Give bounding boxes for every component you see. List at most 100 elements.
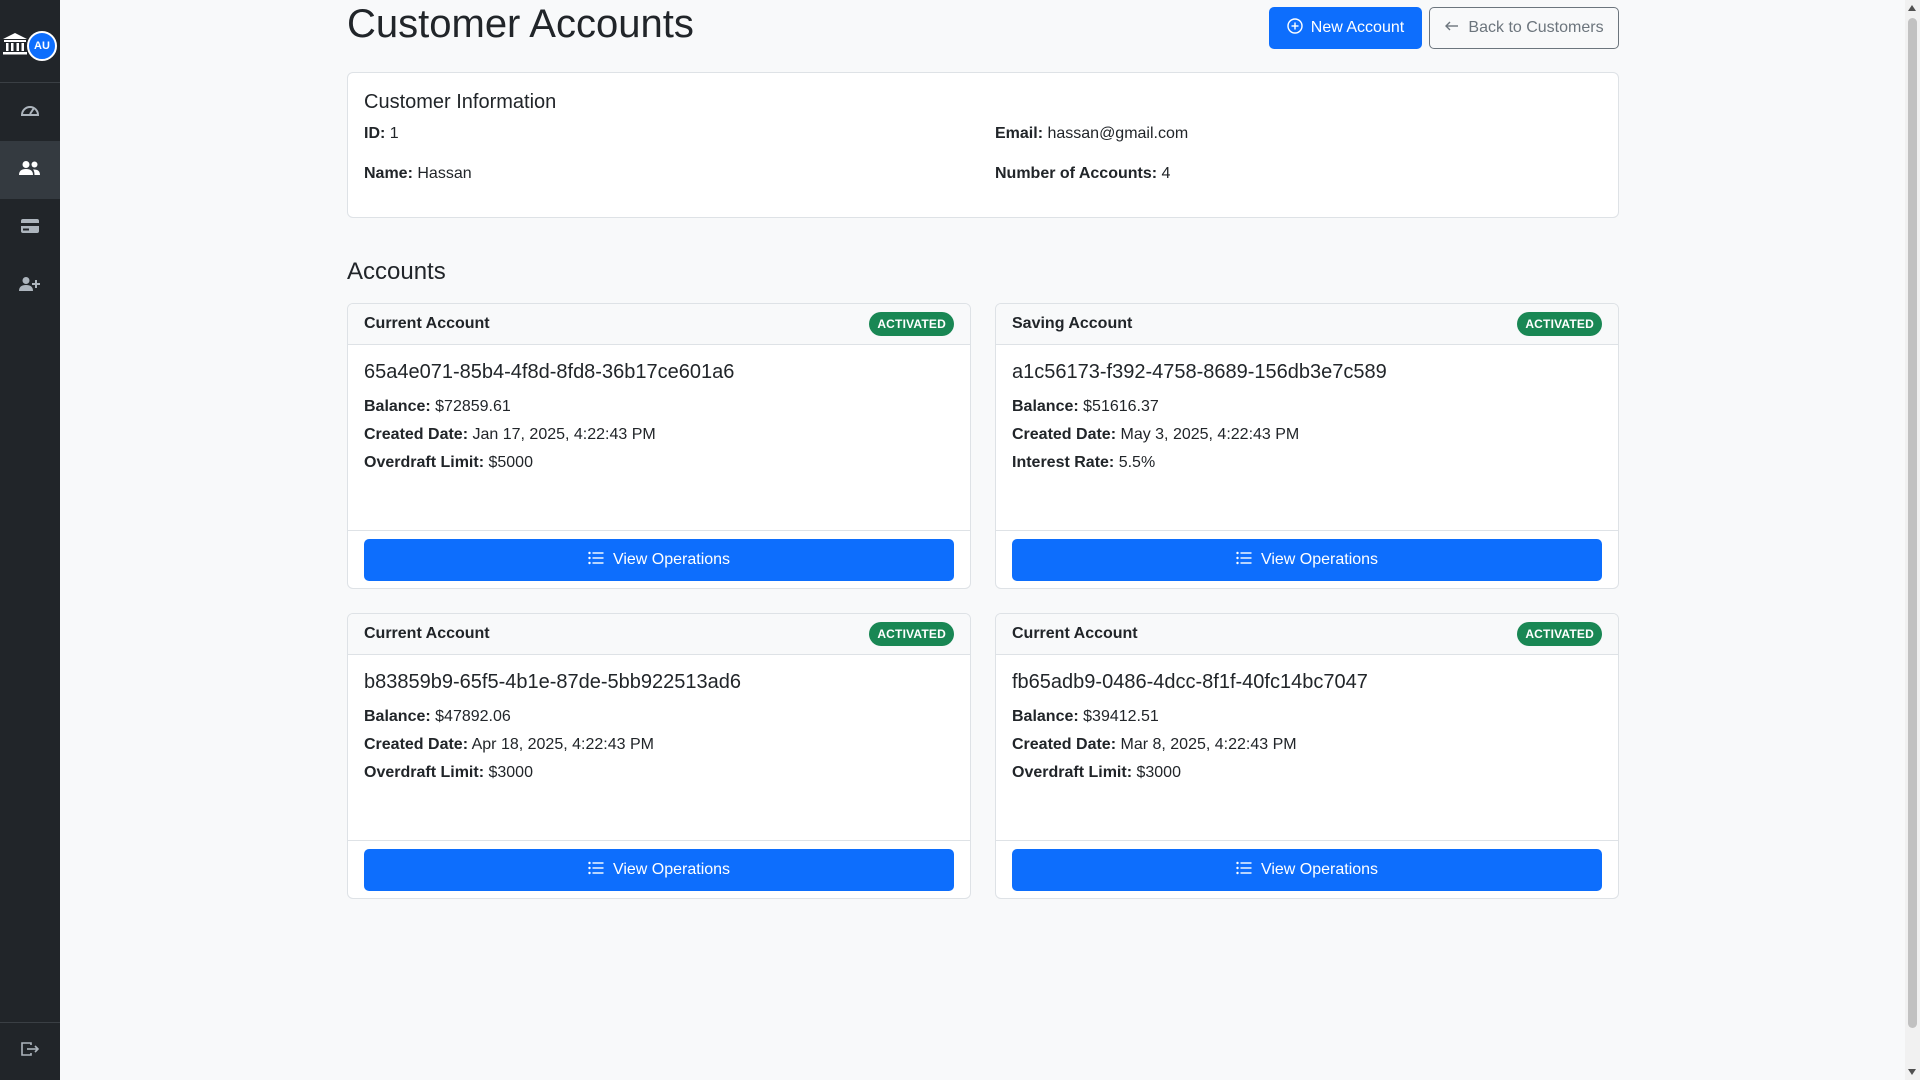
back-label: Back to Customers (1468, 19, 1604, 36)
customer-name-value: Hassan (417, 165, 472, 182)
customer-id-value: 1 (389, 125, 399, 142)
overdraft-label: Overdraft Limit: (1012, 764, 1133, 781)
account-overdraft-limit: Overdraft Limit: $3000 (1012, 759, 1602, 787)
sidebar-item-accounts[interactable] (0, 199, 60, 257)
balance-value: $39412.51 (1083, 708, 1159, 725)
account-card-footer: View Operations (996, 531, 1618, 588)
account-card: Saving Account ACTIVATED a1c56173-f392-4… (995, 303, 1619, 589)
box-arrow-right-icon (20, 1041, 40, 1062)
account-balance: Balance: $39412.51 (1012, 703, 1602, 731)
account-id: 65a4e071-85b4-4f8d-8fd8-36b17ce601a6 (364, 361, 735, 383)
avatar[interactable]: AU (27, 31, 57, 61)
customer-name: Name: Hassan (364, 165, 472, 183)
sidebar-item-customers[interactable] (0, 141, 60, 199)
sidebar-item-add-customer[interactable] (0, 257, 60, 315)
arrow-left-icon (1444, 18, 1460, 39)
view-operations-button[interactable]: View Operations (364, 539, 954, 581)
account-card-body: fb65adb9-0486-4dcc-8f1f-40fc14bc7047 Bal… (996, 655, 1618, 841)
account-id: b83859b9-65f5-4b1e-87de-5bb922513ad6 (364, 671, 742, 693)
customer-email: Email: hassan@gmail.com (995, 125, 1188, 143)
account-card-header: Current Account ACTIVATED (996, 614, 1618, 655)
view-operations-label: View Operations (612, 861, 731, 878)
list-icon (588, 861, 604, 880)
balance-label: Balance: (364, 398, 431, 415)
list-icon (588, 551, 604, 570)
account-created-date: Created Date: Jan 17, 2025, 4:22:43 PM (364, 421, 954, 449)
customer-info-card: Customer Information ID: 1 Name: Hassan … (347, 72, 1619, 218)
account-count-value: 4 (1161, 165, 1171, 182)
customer-account-count: Number of Accounts: 4 (995, 165, 1170, 183)
status-badge: ACTIVATED (869, 622, 954, 646)
overdraft-value: $3000 (1136, 764, 1181, 781)
account-type: Saving Account (1012, 315, 1133, 332)
created-label: Created Date: (1012, 736, 1117, 753)
logout-button[interactable] (0, 1022, 60, 1080)
balance-label: Balance: (1012, 708, 1079, 725)
overdraft-label: Overdraft Limit: (364, 764, 485, 781)
created-label: Created Date: (364, 426, 469, 443)
created-value: Mar 8, 2025, 4:22:43 PM (1120, 736, 1297, 753)
new-account-label: New Account (1310, 19, 1405, 36)
customer-id: ID: 1 (364, 125, 399, 143)
account-overdraft-limit: Overdraft Limit: $3000 (364, 759, 954, 787)
account-card-body: a1c56173-f392-4758-8689-156db3e7c589 Bal… (996, 345, 1618, 531)
view-operations-button[interactable]: View Operations (1012, 849, 1602, 891)
overdraft-label: Overdraft Limit: (364, 454, 485, 471)
account-type: Current Account (364, 625, 490, 642)
view-operations-button[interactable]: View Operations (1012, 539, 1602, 581)
account-interest-rate: Interest Rate: 5.5% (1012, 449, 1602, 477)
created-value: May 3, 2025, 4:22:43 PM (1120, 426, 1300, 443)
created-label: Created Date: (364, 736, 469, 753)
account-id: a1c56173-f392-4758-8689-156db3e7c589 (1012, 361, 1387, 383)
status-badge: ACTIVATED (1517, 622, 1602, 646)
list-icon (1236, 551, 1252, 570)
person-plus-icon (19, 276, 41, 297)
balance-value: $47892.06 (435, 708, 511, 725)
sidebar-item-dashboard[interactable] (0, 83, 60, 141)
overdraft-value: $5000 (488, 454, 533, 471)
account-card: Current Account ACTIVATED b83859b9-65f5-… (347, 613, 971, 899)
plus-circle-icon (1287, 17, 1303, 39)
bank-icon (2, 32, 28, 61)
back-to-customers-button[interactable]: Back to Customers (1429, 7, 1619, 49)
account-overdraft-limit: Overdraft Limit: $5000 (364, 449, 954, 477)
customer-email-label: Email: (995, 125, 1044, 142)
account-card-header: Saving Account ACTIVATED (996, 304, 1618, 345)
speedometer-icon (20, 102, 40, 123)
view-operations-button[interactable]: View Operations (364, 849, 954, 891)
interest-rate-label: Interest Rate: (1012, 454, 1115, 471)
created-label: Created Date: (1012, 426, 1117, 443)
brand: AU (0, 0, 60, 83)
account-count-label: Number of Accounts: (995, 165, 1158, 182)
created-value: Jan 17, 2025, 4:22:43 PM (472, 426, 656, 443)
customer-email-value: hassan@gmail.com (1047, 125, 1189, 142)
scrollbar-thumb[interactable] (1908, 18, 1917, 1028)
created-value: Apr 18, 2025, 4:22:43 PM (471, 736, 654, 753)
credit-card-icon (20, 218, 40, 239)
sidebar: AU (0, 0, 60, 1080)
scroll-up-icon[interactable] (1908, 5, 1916, 11)
scroll-down-icon[interactable] (1908, 1069, 1916, 1075)
account-created-date: Created Date: May 3, 2025, 4:22:43 PM (1012, 421, 1602, 449)
balance-value: $51616.37 (1083, 398, 1159, 415)
account-card: Current Account ACTIVATED fb65adb9-0486-… (995, 613, 1619, 899)
account-type: Current Account (364, 315, 490, 332)
account-balance: Balance: $51616.37 (1012, 393, 1602, 421)
status-badge: ACTIVATED (1517, 312, 1602, 336)
main-content: Customer Accounts New Account Back to Cu… (347, 0, 1619, 899)
balance-label: Balance: (364, 708, 431, 725)
new-account-button[interactable]: New Account (1269, 7, 1422, 49)
customer-info-heading: Customer Information (364, 91, 557, 113)
customer-id-label: ID: (364, 125, 386, 142)
account-card-body: b83859b9-65f5-4b1e-87de-5bb922513ad6 Bal… (348, 655, 970, 841)
balance-label: Balance: (1012, 398, 1079, 415)
view-operations-label: View Operations (1260, 861, 1379, 878)
account-card-body: 65a4e071-85b4-4f8d-8fd8-36b17ce601a6 Bal… (348, 345, 970, 531)
account-balance: Balance: $72859.61 (364, 393, 954, 421)
vertical-scrollbar[interactable] (1905, 0, 1920, 1080)
balance-value: $72859.61 (435, 398, 511, 415)
people-icon (19, 160, 41, 181)
interest-rate-value: 5.5% (1118, 454, 1156, 471)
account-type: Current Account (1012, 625, 1138, 642)
account-created-date: Created Date: Apr 18, 2025, 4:22:43 PM (364, 731, 954, 759)
